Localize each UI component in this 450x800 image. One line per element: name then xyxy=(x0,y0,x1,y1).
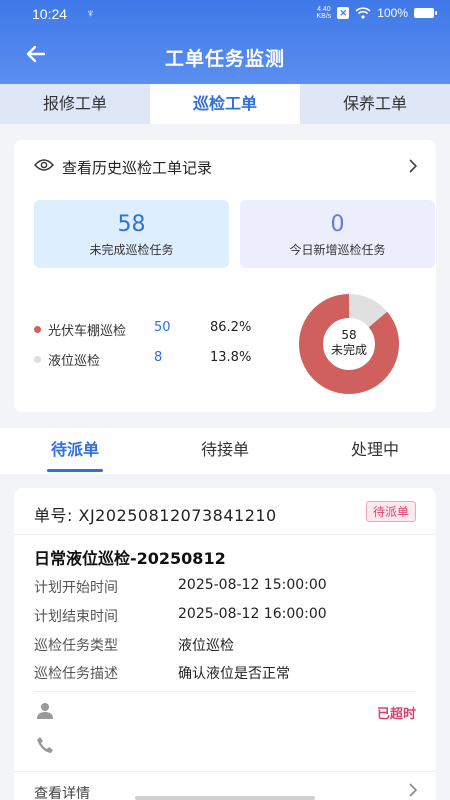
status-time: 10:24 xyxy=(32,6,68,22)
tab-maintenance-orders[interactable]: 保养工单 xyxy=(300,84,450,124)
order-card[interactable]: 单号: XJ20250812073841210 待派单 日常液位巡检-20250… xyxy=(14,488,436,800)
stat-unfinished[interactable]: 58 未完成巡检任务 xyxy=(34,200,229,268)
legend: 光伏车棚巡检 50 86.2% 液位巡检 8 13.8% xyxy=(34,318,294,378)
legend-name: 液位巡检 xyxy=(48,354,101,369)
legend-name: 光伏车棚巡检 xyxy=(48,324,127,339)
order-number-label: 单号: xyxy=(34,506,73,525)
eye-icon xyxy=(34,159,54,171)
tab-pending-accept[interactable]: 待接单 xyxy=(150,428,300,474)
history-records-link[interactable]: 查看历史巡检工单记录 xyxy=(14,140,436,194)
page-title: 工单任务监测 xyxy=(164,48,285,70)
order-number-value: XJ20250812073841210 xyxy=(78,506,277,525)
stat-unfinished-label: 未完成巡检任务 xyxy=(89,243,174,257)
net-speed-unit: KB/s xyxy=(316,13,332,20)
status-tabs: 待派单 待接单 处理中 xyxy=(0,428,450,474)
divider xyxy=(34,691,416,692)
status-badge: 待派单 xyxy=(365,501,416,522)
stat-new-today[interactable]: 0 今日新增巡检任务 xyxy=(240,200,435,268)
tab-in-progress[interactable]: 处理中 xyxy=(300,428,450,474)
field-label: 巡检任务描述 xyxy=(34,666,118,682)
stat-unfinished-value: 58 xyxy=(117,212,146,237)
field-label: 计划结束时间 xyxy=(34,609,118,625)
stat-new-today-value: 0 xyxy=(330,212,345,237)
net-speed-value: 4.40 xyxy=(317,6,331,13)
legend-percent: 86.2% xyxy=(210,320,252,335)
field-label: 计划开始时间 xyxy=(34,580,118,596)
phone-icon[interactable] xyxy=(36,736,54,754)
net-speed: 4.40 KB/s xyxy=(317,6,332,20)
legend-item: 液位巡检 8 13.8% xyxy=(34,348,294,378)
home-indicator[interactable] xyxy=(135,796,315,800)
overdue-status: 已超时 xyxy=(376,707,416,722)
status-icons: 4.40 KB/s ✕ 100% xyxy=(317,6,437,20)
legend-count: 50 xyxy=(154,320,171,335)
legend-dot xyxy=(34,356,41,363)
tab-inspection-orders[interactable]: 巡检工单 xyxy=(150,84,300,124)
legend-item: 光伏车棚巡检 50 86.2% xyxy=(34,318,294,348)
wifi-icon xyxy=(355,7,371,19)
divider xyxy=(14,534,436,535)
view-details-link[interactable]: 查看详情 xyxy=(34,783,90,800)
top-tabs: 报修工单 巡检工单 保养工单 xyxy=(0,84,450,124)
field-value: 确认液位是否正常 xyxy=(178,666,290,682)
order-number: 单号: XJ20250812073841210 xyxy=(34,502,277,526)
notification-icon: ♆ xyxy=(86,6,95,20)
stat-new-today-label: 今日新增巡检任务 xyxy=(289,243,386,257)
person-icon xyxy=(37,703,53,719)
field-value: 液位巡检 xyxy=(178,638,234,654)
divider xyxy=(14,771,436,772)
field-label: 巡检任务类型 xyxy=(34,638,118,654)
legend-count: 8 xyxy=(154,350,163,365)
tab-pending-dispatch[interactable]: 待派单 xyxy=(0,428,150,474)
chevron-right-icon[interactable] xyxy=(408,782,418,798)
field-value: 2025-08-12 15:00:00 xyxy=(178,577,327,593)
battery-icon xyxy=(414,8,437,18)
order-title: 日常液位巡检-20250812 xyxy=(34,549,226,568)
legend-percent: 13.8% xyxy=(210,350,252,365)
battery-percent: 100% xyxy=(377,6,408,20)
status-bar: 10:24 ♆ 4.40 KB/s ✕ 100% xyxy=(0,0,450,28)
header: 10:24 ♆ 4.40 KB/s ✕ 100% 工单任务监测 xyxy=(0,0,450,84)
history-records-label: 查看历史巡检工单记录 xyxy=(62,159,213,177)
chevron-right-icon xyxy=(409,159,418,173)
donut-caption: 未完成 xyxy=(330,343,367,357)
app-x-icon: ✕ xyxy=(337,7,350,19)
donut-total: 58 xyxy=(341,328,357,342)
field-value: 2025-08-12 16:00:00 xyxy=(178,606,327,622)
legend-dot xyxy=(34,326,41,333)
tab-repair-orders[interactable]: 报修工单 xyxy=(0,84,150,124)
donut-center-label: 58 未完成 xyxy=(286,328,412,358)
overview-card: 查看历史巡检工单记录 58 未完成巡检任务 0 今日新增巡检任务 光伏车棚巡检 … xyxy=(14,140,436,412)
